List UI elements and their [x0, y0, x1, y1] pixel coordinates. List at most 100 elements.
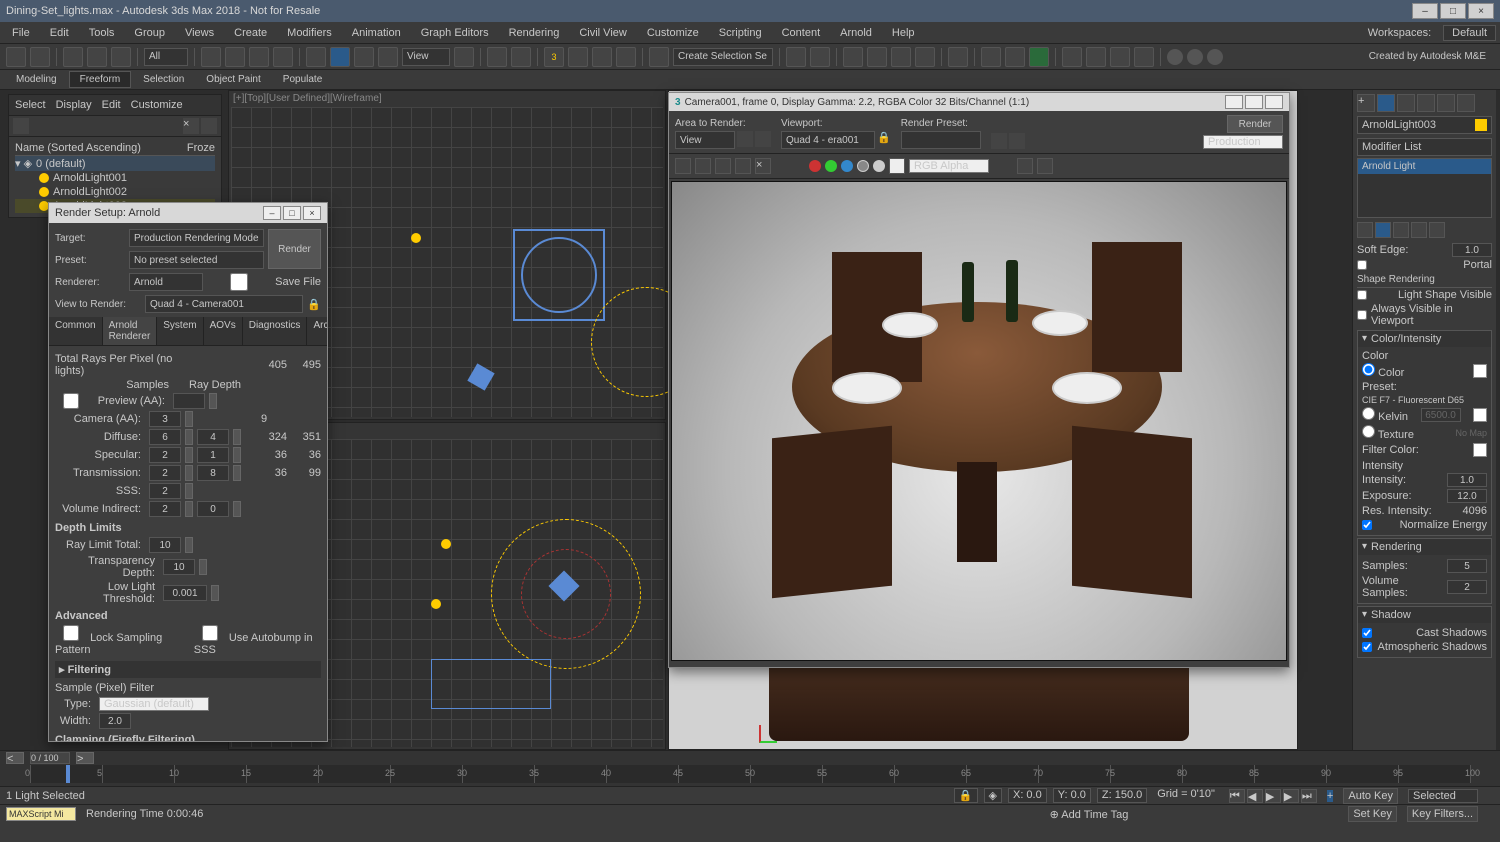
fb-channel-dropdown[interactable]: RGB Alpha: [909, 159, 989, 173]
rs-trans-v2[interactable]: [197, 465, 229, 481]
lock-icon[interactable]: 🔒: [307, 298, 321, 311]
menu-views[interactable]: Views: [177, 25, 222, 41]
hierarchy-tab-icon[interactable]: [1397, 94, 1415, 112]
se-tab-select[interactable]: Select: [15, 99, 46, 111]
curve-editor-button[interactable]: [891, 47, 911, 67]
menu-animation[interactable]: Animation: [344, 25, 409, 41]
se-header-row[interactable]: Name (Sorted Ascending) Froze: [15, 141, 215, 156]
stack-item-arnold-light[interactable]: Arnold Light: [1358, 159, 1491, 174]
viewport-label-top[interactable]: [+][Top][User Defined][Wireframe]: [233, 93, 382, 104]
fb-mono-channel-button[interactable]: [873, 160, 885, 172]
se-tab-display[interactable]: Display: [56, 99, 92, 111]
fb-effects-icon[interactable]: [1009, 133, 1025, 149]
fb-edit-region-icon[interactable]: [755, 131, 771, 147]
modifier-stack[interactable]: Arnold Light: [1357, 158, 1492, 218]
remove-icon[interactable]: [1411, 222, 1427, 238]
named-selection-set-dropdown[interactable]: Create Selection Se: [673, 48, 773, 66]
scale-button[interactable]: [354, 47, 374, 67]
rp-texture-value[interactable]: No Map: [1455, 428, 1487, 438]
rp-color-intensity-head[interactable]: ▾ Color/Intensity: [1358, 331, 1491, 347]
fb-render-button[interactable]: Render: [1227, 115, 1283, 133]
rs-specular-v1[interactable]: [149, 447, 181, 463]
ribbon-tab-modeling[interactable]: Modeling: [6, 72, 67, 87]
configure-icon[interactable]: [1429, 222, 1445, 238]
rp-color-swatch[interactable]: [1473, 364, 1487, 378]
fb-titlebar[interactable]: 3 Camera001, frame 0, Display Gamma: 2.2…: [669, 93, 1289, 111]
move-button[interactable]: [306, 47, 326, 67]
menu-file[interactable]: File: [4, 25, 38, 41]
rp-texture-radio[interactable]: [1362, 425, 1375, 438]
spinner-icon[interactable]: [233, 465, 241, 481]
utilities-tab-icon[interactable]: [1457, 94, 1475, 112]
unique-icon[interactable]: [1393, 222, 1409, 238]
spinner-icon[interactable]: [185, 465, 193, 481]
menu-modifiers[interactable]: Modifiers: [279, 25, 340, 41]
ribbon-tab-freeform[interactable]: Freeform: [69, 71, 132, 88]
rs-tab-system[interactable]: System: [157, 317, 203, 345]
fb-maximize-button[interactable]: [1245, 95, 1263, 109]
menu-group[interactable]: Group: [126, 25, 173, 41]
menu-create[interactable]: Create: [226, 25, 275, 41]
menu-arnold[interactable]: Arnold: [832, 25, 880, 41]
mirror-button[interactable]: [786, 47, 806, 67]
fb-swatch-icon[interactable]: [889, 158, 905, 174]
se-tab-edit[interactable]: Edit: [102, 99, 121, 111]
se-tab-customize[interactable]: Customize: [131, 99, 183, 111]
isolate-icon[interactable]: ◈: [984, 788, 1002, 803]
fb-close-button[interactable]: [1265, 95, 1283, 109]
rp-filtercolor-swatch[interactable]: [1473, 443, 1487, 457]
fb-copy-icon[interactable]: [695, 158, 711, 174]
timeline-right-arrow-button[interactable]: >: [76, 752, 94, 764]
rs-minimize-button[interactable]: –: [263, 206, 281, 220]
spinner-snap-button[interactable]: [616, 47, 636, 67]
rp-kelvin-swatch[interactable]: [1473, 408, 1487, 422]
rs-vol-v1[interactable]: [149, 501, 181, 517]
spinner-icon[interactable]: [211, 585, 219, 601]
teapot1-icon[interactable]: [1062, 47, 1082, 67]
window-crossing-button[interactable]: [273, 47, 293, 67]
menu-tools[interactable]: Tools: [81, 25, 123, 41]
bind-spacewarp-button[interactable]: [111, 47, 131, 67]
rp-rendering-head[interactable]: ▾ Rendering: [1358, 539, 1491, 555]
add-time-tag-button[interactable]: ⊕ Add Time Tag: [1050, 808, 1129, 821]
fb-red-channel-button[interactable]: [809, 160, 821, 172]
rp-castshadows-check[interactable]: [1362, 628, 1372, 638]
rp-intensity-input[interactable]: [1447, 473, 1487, 487]
lock-selection-icon[interactable]: 🔒: [954, 788, 978, 803]
manipulate-button[interactable]: [487, 47, 507, 67]
align-button[interactable]: [810, 47, 830, 67]
spinner-icon[interactable]: [185, 429, 193, 445]
ribbon-tab-object-paint[interactable]: Object Paint: [196, 72, 270, 87]
menu-customize[interactable]: Customize: [639, 25, 707, 41]
named-sel-set-button[interactable]: [649, 47, 669, 67]
rp-samples-input[interactable]: [1447, 559, 1487, 573]
select-object-button[interactable]: [201, 47, 221, 67]
render-production-button[interactable]: [1029, 47, 1049, 67]
rp-volsamples-input[interactable]: [1447, 580, 1487, 594]
link-button[interactable]: [63, 47, 83, 67]
snap-toggle-3-button[interactable]: 3: [544, 47, 564, 67]
spinner-icon[interactable]: [233, 429, 241, 445]
coord-x-field[interactable]: X: 0.0: [1008, 788, 1047, 803]
rp-alwaysvis-check[interactable]: [1357, 310, 1367, 320]
angle-snap-button[interactable]: [568, 47, 588, 67]
rs-width-v[interactable]: [99, 713, 131, 729]
show-result-icon[interactable]: [1375, 222, 1391, 238]
percent-snap-button[interactable]: [592, 47, 612, 67]
goto-start-button[interactable]: ⏮: [1229, 789, 1245, 803]
rs-diffuse-v1[interactable]: [149, 429, 181, 445]
goto-end-button[interactable]: ⏭: [1301, 789, 1317, 803]
undo-button[interactable]: [6, 47, 26, 67]
menu-content[interactable]: Content: [774, 25, 829, 41]
select-by-name-button[interactable]: [225, 47, 245, 67]
fb-env-icon[interactable]: [991, 133, 1007, 149]
fb-minimize-button[interactable]: [1225, 95, 1243, 109]
ribbon-tab-populate[interactable]: Populate: [273, 72, 332, 87]
teapot2-icon[interactable]: [1086, 47, 1106, 67]
timeline-frame-readout[interactable]: [30, 752, 70, 764]
rs-close-button[interactable]: ×: [303, 206, 321, 220]
rs-view-dropdown[interactable]: Quad 4 - Camera001: [145, 295, 303, 313]
fb-clone-icon[interactable]: [715, 158, 731, 174]
rs-target-dropdown[interactable]: Production Rendering Mode: [129, 229, 264, 247]
rs-type-dropdown[interactable]: Gaussian (default): [99, 697, 209, 711]
